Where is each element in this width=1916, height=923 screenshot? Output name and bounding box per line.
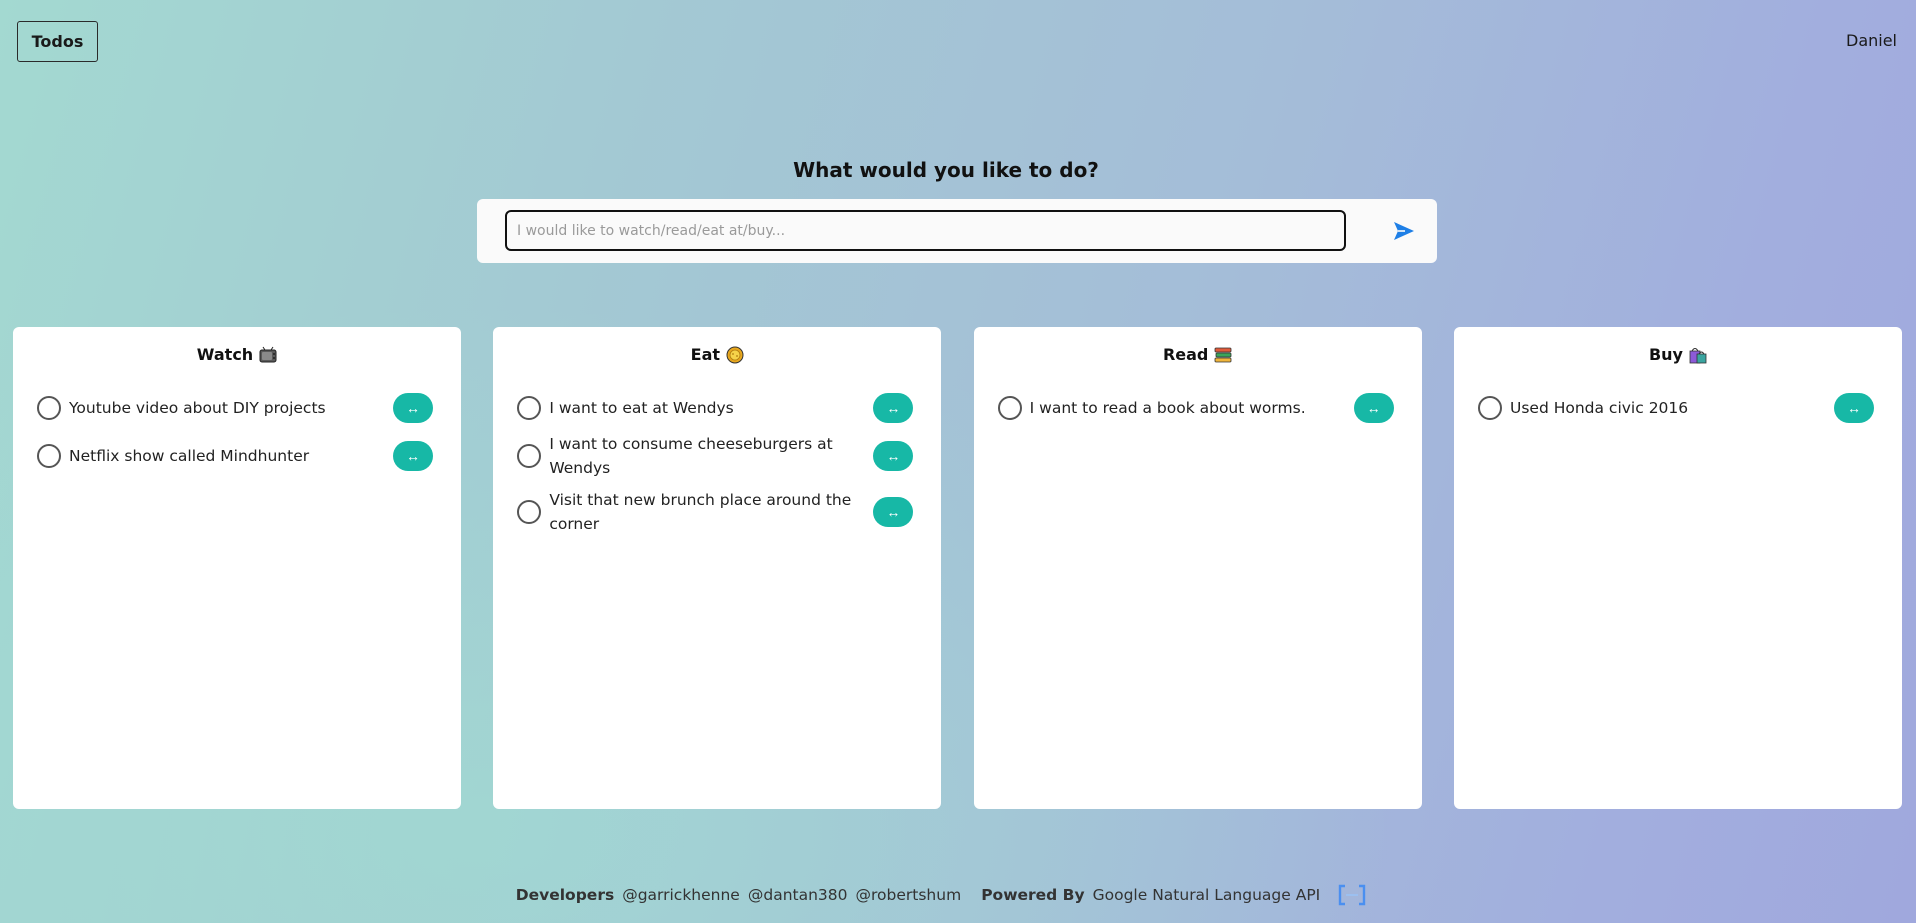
api-brackets-icon	[1338, 884, 1366, 906]
column-title-text: Buy	[1648, 345, 1683, 364]
column-watch: Watch Youtube video about DIY projects ↔…	[13, 327, 461, 809]
shopping-bags-icon	[1689, 348, 1707, 364]
complete-checkbox[interactable]	[997, 396, 1022, 420]
move-button[interactable]: ↔	[1833, 393, 1874, 423]
input-card	[477, 199, 1437, 263]
todo-item: I want to eat at Wendys ↔	[493, 384, 941, 432]
move-button[interactable]: ↔	[873, 393, 914, 423]
column-title-text: Watch	[196, 345, 254, 364]
todo-item: Youtube video about DIY projects ↔	[13, 384, 461, 432]
todo-item: Netflix show called Mindhunter ↔	[13, 432, 461, 480]
todo-input[interactable]	[505, 210, 1346, 251]
prompt-title: What would you like to do?	[793, 158, 1099, 182]
column-title: Watch	[13, 343, 461, 367]
move-button[interactable]: ↔	[873, 441, 914, 471]
powered-by-text[interactable]: Google Natural Language API	[1093, 886, 1321, 904]
todo-text: I want to eat at Wendys	[549, 399, 734, 417]
todo-item: I want to consume cheeseburgers at Wendy…	[493, 432, 941, 480]
books-icon	[1214, 347, 1232, 363]
developer-link[interactable]: @dantan380	[748, 886, 848, 904]
column-title: Buy	[1454, 343, 1902, 367]
todo-text: Netflix show called Mindhunter	[69, 447, 310, 465]
todo-item: Used Honda civic 2016 ↔	[1454, 384, 1902, 432]
todo-text: Used Honda civic 2016	[1509, 399, 1689, 417]
todo-text: I want to read a book about worms.	[1029, 399, 1306, 417]
move-button[interactable]: ↔	[393, 441, 433, 471]
powered-by-label: Powered By	[981, 886, 1085, 904]
column-title-text: Eat	[690, 345, 721, 364]
developer-link[interactable]: @garrickhenne	[622, 886, 740, 904]
send-icon	[1394, 222, 1414, 240]
category-columns: Watch Youtube video about DIY projects ↔…	[13, 327, 1902, 809]
todo-text: Visit that new brunch place around the c…	[549, 491, 852, 533]
column-read: Read I want to read a book about worms. …	[973, 327, 1422, 809]
todo-item: Visit that new brunch place around the c…	[493, 480, 941, 544]
move-button[interactable]: ↔	[393, 393, 433, 423]
tv-icon	[259, 346, 277, 363]
todo-text: Youtube video about DIY projects	[69, 399, 326, 417]
column-title: Read	[974, 343, 1422, 367]
developer-link[interactable]: @robertshum	[856, 886, 962, 904]
complete-checkbox[interactable]	[517, 444, 542, 468]
developers-label: Developers	[515, 886, 615, 904]
complete-checkbox[interactable]	[37, 396, 61, 420]
complete-checkbox[interactable]	[1477, 396, 1502, 420]
todo-item: I want to read a book about worms. ↔	[974, 384, 1422, 432]
complete-checkbox[interactable]	[517, 396, 542, 420]
todos-button[interactable]: Todos	[17, 21, 98, 62]
column-title: Eat	[493, 343, 941, 367]
column-buy: Buy Used Honda civic 2016 ↔	[1453, 327, 1902, 809]
todo-text: I want to consume cheeseburgers at Wendy…	[549, 435, 833, 477]
complete-checkbox[interactable]	[517, 500, 542, 524]
footer: Developers @garrickhenne @dantan380 @rob…	[0, 884, 1916, 906]
food-icon	[726, 346, 744, 364]
move-button[interactable]: ↔	[873, 497, 914, 527]
column-title-text: Read	[1162, 345, 1209, 364]
column-eat: Eat I want to eat at Wendys ↔ I want to …	[493, 327, 942, 809]
move-button[interactable]: ↔	[1353, 393, 1394, 423]
user-name[interactable]: Daniel	[1846, 31, 1897, 50]
send-button[interactable]	[1391, 219, 1417, 243]
complete-checkbox[interactable]	[37, 444, 61, 468]
